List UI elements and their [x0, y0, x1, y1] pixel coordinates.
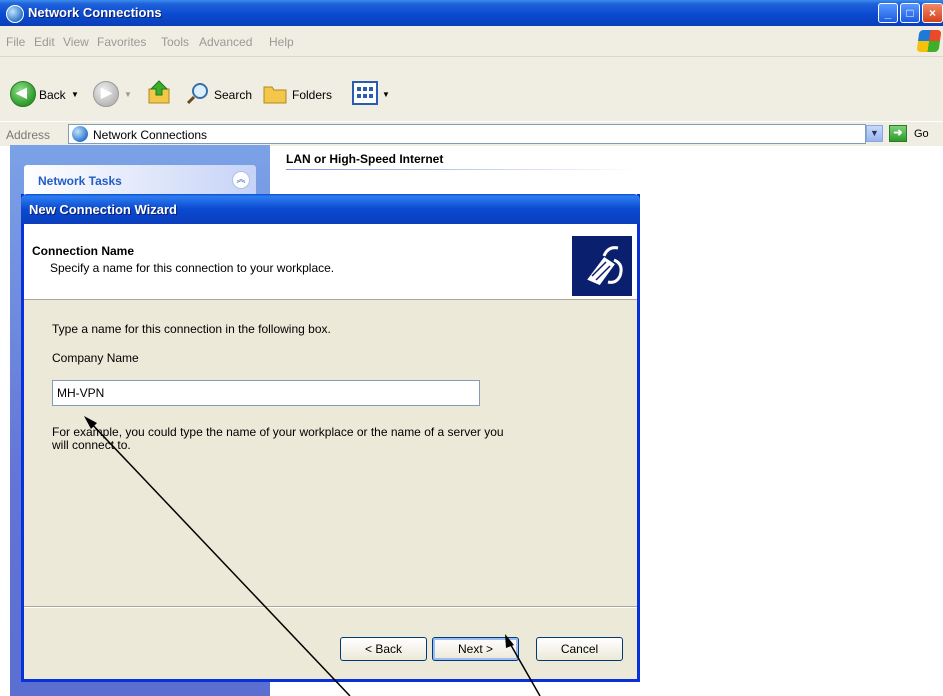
go-button[interactable]: Go	[914, 128, 929, 140]
menu-file[interactable]: File	[6, 35, 25, 49]
back-label: Back	[39, 88, 66, 102]
menu-favorites[interactable]: Favorites	[97, 35, 146, 49]
company-name-input[interactable]	[52, 380, 480, 406]
address-input[interactable]: Network Connections	[68, 124, 866, 144]
new-connection-wizard-dialog: New Connection Wizard Connection Name Sp…	[21, 194, 640, 682]
address-dropdown-icon[interactable]: ▼	[866, 125, 883, 142]
window-title: Network Connections	[28, 5, 162, 20]
company-name-label: Company Name	[52, 351, 139, 365]
window-titlebar: Network Connections _ □ ×	[0, 0, 943, 26]
toolbar: ◀ Back ▼ ▶ ▼ Search Folders ▼	[0, 57, 943, 121]
wizard-header: Connection Name Specify a name for this …	[24, 224, 637, 300]
example-text-line-2: will connect to.	[52, 438, 131, 452]
network-connections-icon	[72, 126, 88, 142]
instruction-text: Type a name for this connection in the f…	[52, 322, 331, 336]
menu-edit[interactable]: Edit	[34, 35, 55, 49]
up-folder-icon	[148, 80, 170, 104]
wizard-header-title: Connection Name	[32, 244, 135, 258]
menu-view[interactable]: View	[63, 35, 89, 49]
search-icon	[186, 83, 208, 105]
menu-advanced[interactable]: Advanced	[199, 35, 252, 49]
menu-bar: File Edit View Favorites Tools Advanced …	[0, 26, 943, 57]
minimize-button[interactable]: _	[878, 3, 898, 23]
search-label: Search	[214, 88, 253, 102]
forward-dropdown-icon[interactable]: ▼	[124, 90, 132, 99]
maximize-button[interactable]: □	[900, 3, 920, 23]
network-tasks-title: Network Tasks	[38, 174, 122, 188]
back-button[interactable]: < Back	[340, 637, 427, 661]
address-value: Network Connections	[93, 128, 208, 142]
views-icon	[352, 81, 378, 105]
go-arrow-icon[interactable]: ➜	[889, 125, 907, 142]
folders-icon	[263, 86, 287, 104]
views-dropdown-icon[interactable]: ▼	[382, 90, 390, 99]
wizard-header-subtitle: Specify a name for this connection to yo…	[50, 261, 335, 275]
back-dropdown-icon[interactable]: ▼	[71, 90, 79, 99]
example-text-line-1: For example, you could type the name of …	[52, 425, 504, 439]
section-divider	[286, 169, 636, 170]
wizard-title: New Connection Wizard	[29, 202, 177, 217]
next-button[interactable]: Next >	[432, 637, 519, 661]
menu-tools[interactable]: Tools	[161, 35, 189, 49]
menu-help[interactable]: Help	[269, 35, 294, 49]
address-bar: Address Network Connections ▼ ➜ Go	[0, 121, 943, 146]
collapse-chevron-icon[interactable]: ︽	[232, 171, 250, 189]
windows-logo-icon	[916, 30, 942, 52]
wizard-footer-separator	[24, 606, 637, 608]
section-heading: LAN or High-Speed Internet	[286, 152, 444, 166]
close-button[interactable]: ×	[922, 3, 943, 23]
network-tasks-header[interactable]: Network Tasks ︽	[24, 165, 256, 195]
folders-label: Folders	[292, 88, 333, 102]
address-label: Address	[6, 128, 51, 142]
network-connections-icon	[6, 5, 24, 23]
cancel-button[interactable]: Cancel	[536, 637, 623, 661]
network-cable-icon	[572, 236, 632, 296]
wizard-titlebar: New Connection Wizard	[21, 194, 640, 224]
